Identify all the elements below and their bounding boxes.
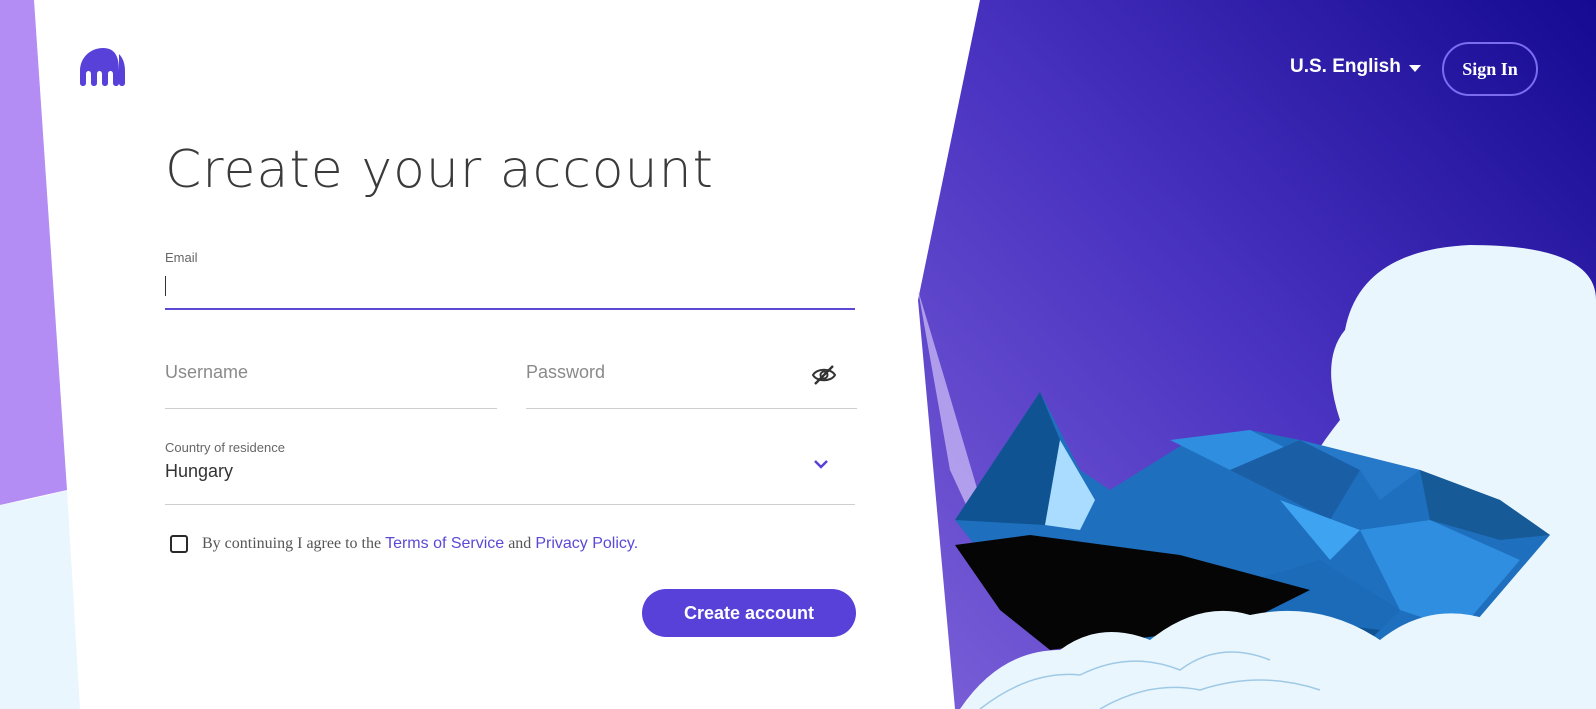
page-title: Create your account — [165, 140, 714, 200]
terms-of-service-link[interactable]: Terms of Service — [385, 535, 504, 552]
left-cloud — [0, 490, 80, 709]
password-field[interactable]: Password — [526, 350, 857, 409]
password-placeholder: Password — [526, 362, 606, 382]
chevron-down-icon — [814, 460, 828, 469]
terms-and: and — [504, 535, 536, 552]
terms-suffix: . — [633, 535, 639, 552]
username-placeholder: Username — [165, 362, 249, 382]
eye-slash-icon[interactable] — [811, 362, 837, 388]
terms-row: By continuing I agree to the Terms of Se… — [170, 535, 638, 553]
email-label: Email — [165, 250, 198, 265]
username-field[interactable]: Username — [165, 350, 497, 409]
text-cursor — [165, 276, 166, 296]
left-purple-strip — [0, 0, 67, 505]
country-select[interactable]: Country of residence Hungary — [165, 440, 855, 505]
terms-prefix: By continuing I agree to the — [202, 535, 386, 552]
country-value: Hungary — [165, 461, 234, 481]
country-label: Country of residence — [165, 440, 285, 455]
language-selector[interactable]: U.S. English — [1290, 56, 1421, 78]
create-account-button[interactable]: Create account — [642, 589, 856, 637]
privacy-policy-link[interactable]: Privacy Policy — [535, 535, 633, 552]
sign-in-button[interactable]: Sign In — [1442, 42, 1538, 96]
terms-text: By continuing I agree to the Terms of Se… — [202, 535, 638, 553]
caret-down-icon — [1408, 65, 1421, 72]
language-label: U.S. English — [1290, 56, 1401, 77]
terms-checkbox[interactable] — [170, 535, 188, 553]
kraken-logo-icon[interactable] — [78, 46, 128, 90]
email-field[interactable]: Email — [165, 248, 855, 310]
